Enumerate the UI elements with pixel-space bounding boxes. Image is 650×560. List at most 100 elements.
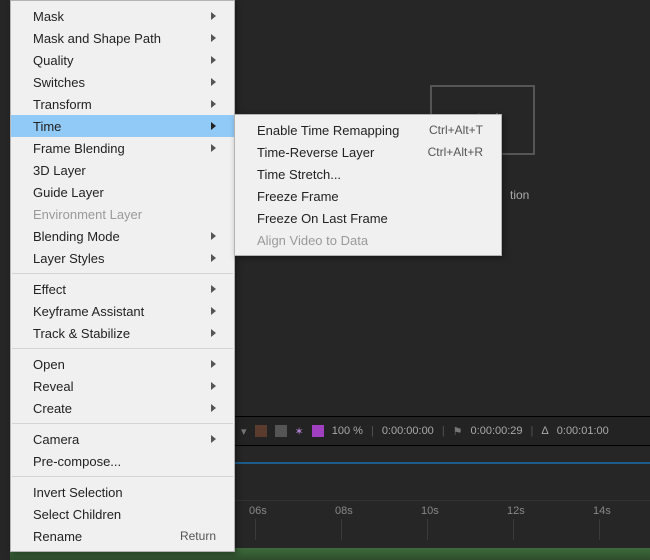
menu-item-label: Invert Selection [33, 485, 123, 500]
layer-context-menu[interactable]: Mask Mask and Shape Path Quality Switches Tr… [10, 0, 235, 552]
chevron-right-icon [211, 56, 216, 64]
composition-caption: tion [510, 188, 529, 202]
menu-item-mask-and-shape-path[interactable]: Mask and Shape Path [11, 27, 234, 49]
submenu-item-align-video-to-data: Align Video to Data [235, 229, 501, 251]
timeline-marker-line [235, 462, 650, 464]
menu-item-3d-layer[interactable]: 3D Layer [11, 159, 234, 181]
chevron-right-icon [211, 122, 216, 130]
menu-item-quality[interactable]: Quality [11, 49, 234, 71]
submenu-item-time-reverse-layer[interactable]: Time-Reverse Layer Ctrl+Alt+R [235, 141, 501, 163]
swatch-grey[interactable] [275, 425, 287, 437]
menu-item-label: Mask [33, 9, 64, 24]
timecode-3: 0:00:01:00 [557, 425, 609, 437]
menu-item-label: Quality [33, 53, 73, 68]
menu-item-label: Track & Stabilize [33, 326, 130, 341]
chevron-right-icon [211, 382, 216, 390]
menu-item-open[interactable]: Open [11, 353, 234, 375]
delta-icon: Δ [541, 425, 548, 437]
footer-status-bar: ▾ ✶ 100 % | 0:00:00:00 | ⚑ 0:00:00:29 | … [235, 416, 650, 446]
zoom-value[interactable]: 100 % [332, 425, 363, 437]
menu-separator [12, 423, 233, 424]
menu-item-reveal[interactable]: Reveal [11, 375, 234, 397]
menu-item-label: Select Children [33, 507, 121, 522]
menu-item-label: 3D Layer [33, 163, 86, 178]
menu-item-label: Transform [33, 97, 92, 112]
menu-item-label: Pre-compose... [33, 454, 121, 469]
swatch-purple[interactable] [312, 425, 324, 437]
menu-separator [12, 476, 233, 477]
menu-item-label: Align Video to Data [257, 233, 368, 248]
menu-item-label: Camera [33, 432, 79, 447]
menu-item-blending-mode[interactable]: Blending Mode [11, 225, 234, 247]
timeline-tick: 06s [249, 505, 267, 517]
menu-separator [12, 348, 233, 349]
menu-item-label: Effect [33, 282, 66, 297]
menu-item-switches[interactable]: Switches [11, 71, 234, 93]
menu-item-label: Time-Reverse Layer [257, 145, 374, 160]
timeline-tick: 12s [507, 505, 525, 517]
menu-item-keyframe-assistant[interactable]: Keyframe Assistant [11, 300, 234, 322]
menu-item-label: Mask and Shape Path [33, 31, 161, 46]
submenu-item-freeze-frame[interactable]: Freeze Frame [235, 185, 501, 207]
menu-item-label: Blending Mode [33, 229, 120, 244]
dropdown-icon[interactable]: ▾ [241, 425, 247, 438]
menu-separator [12, 273, 233, 274]
chevron-right-icon [211, 285, 216, 293]
timeline-tick: 14s [593, 505, 611, 517]
chevron-right-icon [211, 254, 216, 262]
chevron-right-icon [211, 360, 216, 368]
chevron-right-icon [211, 232, 216, 240]
menu-shortcut: Ctrl+Alt+R [428, 145, 483, 159]
menu-item-label: Switches [33, 75, 85, 90]
menu-item-mask[interactable]: Mask [11, 5, 234, 27]
chevron-right-icon [211, 144, 216, 152]
chevron-right-icon [211, 435, 216, 443]
menu-item-label: Time Stretch... [257, 167, 341, 182]
swatch-brown[interactable] [255, 425, 267, 437]
menu-item-label: Freeze On Last Frame [257, 211, 388, 226]
menu-item-camera[interactable]: Camera [11, 428, 234, 450]
chevron-right-icon [211, 78, 216, 86]
timeline-tick: 08s [335, 505, 353, 517]
menu-item-label: Enable Time Remapping [257, 123, 399, 138]
timecode-2: 0:00:00:29 [471, 425, 523, 437]
time-submenu[interactable]: Enable Time Remapping Ctrl+Alt+T Time-Reve… [234, 114, 502, 256]
submenu-item-enable-time-remapping[interactable]: Enable Time Remapping Ctrl+Alt+T [235, 119, 501, 141]
chevron-right-icon [211, 404, 216, 412]
menu-item-effect[interactable]: Effect [11, 278, 234, 300]
flag-icon[interactable]: ⚑ [453, 425, 463, 438]
menu-item-label: Open [33, 357, 65, 372]
submenu-item-time-stretch[interactable]: Time Stretch... [235, 163, 501, 185]
menu-item-label: Frame Blending [33, 141, 125, 156]
chevron-right-icon [211, 307, 216, 315]
menu-item-guide-layer[interactable]: Guide Layer [11, 181, 234, 203]
menu-item-label: Freeze Frame [257, 189, 339, 204]
menu-item-invert-selection[interactable]: Invert Selection [11, 481, 234, 503]
timeline-tick: 10s [421, 505, 439, 517]
chevron-right-icon [211, 12, 216, 20]
menu-item-label: Create [33, 401, 72, 416]
timeline-ruler[interactable]: 06s 08s 10s 12s 14s [235, 500, 650, 540]
menu-item-label: Layer Styles [33, 251, 105, 266]
menu-item-track-stabilize[interactable]: Track & Stabilize [11, 322, 234, 344]
menu-item-label: Rename [33, 529, 82, 544]
menu-item-create[interactable]: Create [11, 397, 234, 419]
menu-item-time[interactable]: Time [11, 115, 234, 137]
chevron-right-icon [211, 100, 216, 108]
submenu-item-freeze-on-last-frame[interactable]: Freeze On Last Frame [235, 207, 501, 229]
menu-item-select-children[interactable]: Select Children [11, 503, 234, 525]
chevron-right-icon [211, 329, 216, 337]
menu-item-rename[interactable]: RenameReturn [11, 525, 234, 547]
menu-item-pre-compose[interactable]: Pre-compose... [11, 450, 234, 472]
menu-item-label: Time [33, 119, 61, 134]
menu-item-layer-styles[interactable]: Layer Styles [11, 247, 234, 269]
star-icon[interactable]: ✶ [295, 425, 304, 438]
menu-shortcut: Ctrl+Alt+T [429, 123, 483, 137]
menu-item-transform[interactable]: Transform [11, 93, 234, 115]
menu-item-label: Reveal [33, 379, 73, 394]
chevron-right-icon [211, 34, 216, 42]
menu-item-frame-blending[interactable]: Frame Blending [11, 137, 234, 159]
menu-item-label: Keyframe Assistant [33, 304, 144, 319]
menu-item-label: Guide Layer [33, 185, 104, 200]
menu-item-label: Environment Layer [33, 207, 142, 222]
